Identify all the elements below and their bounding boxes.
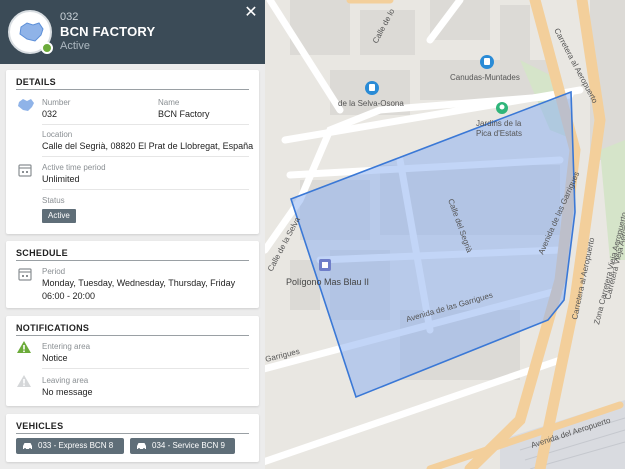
map-label-pica: Pica d'Estats (476, 129, 522, 138)
status-badge: Active (42, 209, 76, 223)
header-number: 032 (60, 11, 79, 23)
period-label: Active time period (42, 163, 106, 172)
details-separator-1 (42, 124, 249, 125)
location-value: Calle del Segrià, 08820 El Prat de Llobr… (42, 141, 254, 151)
active-status-dot (41, 42, 53, 54)
geofence-details-panel: 032 BCN FACTORY Active ✕ DETAILS Number … (0, 0, 265, 469)
calendar-icon (18, 268, 32, 281)
details-title: DETAILS (16, 77, 56, 87)
page-title: BCN FACTORY (60, 24, 156, 39)
notifications-card: NOTIFICATIONS Entering area Notice Leavi… (6, 316, 259, 406)
map-label-canudas: Canudas-Muntades (450, 73, 520, 82)
warning-icon-inactive (17, 375, 31, 387)
geofence-shape-icon-small (18, 99, 34, 111)
name-value: BCN Factory (158, 109, 210, 119)
details-card: DETAILS Number 032 Name BCN Factory Loca… (6, 70, 259, 234)
number-value: 032 (42, 109, 58, 119)
schedule-hours: 06:00 - 20:00 (42, 291, 96, 301)
panel-header: 032 BCN FACTORY Active ✕ (0, 0, 265, 64)
vehicle-button-033[interactable]: 033 - Express BCN 8 (16, 438, 124, 454)
bus-stop-icon-2[interactable] (480, 55, 494, 69)
details-separator-2 (42, 156, 249, 157)
notifications-divider (16, 335, 249, 336)
schedule-period-label: Period (42, 267, 66, 276)
location-label: Location (42, 130, 73, 139)
vehicles-card: VEHICLES 033 - Express BCN 8 034 - Servi… (6, 414, 259, 462)
vehicle-button-034[interactable]: 034 - Service BCN 9 (130, 438, 235, 454)
notifications-separator (42, 368, 249, 369)
geofence-avatar (8, 10, 53, 54)
number-label: Number (42, 98, 71, 107)
entering-value: Notice (42, 353, 68, 363)
map-label-poligono: Polígono Mas Blau II (286, 277, 369, 287)
warning-icon (17, 341, 31, 353)
header-status: Active (60, 40, 90, 52)
car-icon (137, 443, 146, 450)
name-label: Name (158, 98, 180, 107)
details-divider (16, 89, 249, 90)
period-value: Unlimited (42, 174, 80, 184)
vehicle-label: 033 - Express BCN 8 (38, 441, 114, 450)
schedule-title: SCHEDULE (16, 248, 68, 258)
vehicles-title: VEHICLES (16, 421, 64, 431)
map-label-selva-osona: de la Selva-Osona (338, 99, 404, 108)
park-marker-icon[interactable] (496, 102, 508, 114)
bus-stop-icon[interactable] (365, 81, 379, 95)
map-label-jardins: Jardins de la (476, 119, 522, 128)
poi-marker-icon[interactable] (319, 259, 331, 271)
vehicle-label: 034 - Service BCN 9 (152, 441, 225, 450)
schedule-days: Monday, Tuesday, Wednesday, Thursday, Fr… (42, 278, 236, 288)
status-label: Status (42, 196, 65, 205)
entering-label: Entering area (42, 342, 91, 351)
close-icon[interactable]: ✕ (243, 5, 259, 21)
calendar-icon (18, 164, 32, 177)
details-separator-3 (42, 189, 249, 190)
vehicles-divider (16, 433, 249, 434)
leaving-value: No message (42, 387, 93, 397)
schedule-divider (16, 260, 249, 261)
car-icon (23, 443, 32, 450)
geofence-shape-icon (19, 22, 44, 42)
schedule-card: SCHEDULE Period Monday, Tuesday, Wednesd… (6, 241, 259, 308)
notifications-title: NOTIFICATIONS (16, 323, 90, 333)
leaving-label: Leaving area (42, 376, 89, 385)
